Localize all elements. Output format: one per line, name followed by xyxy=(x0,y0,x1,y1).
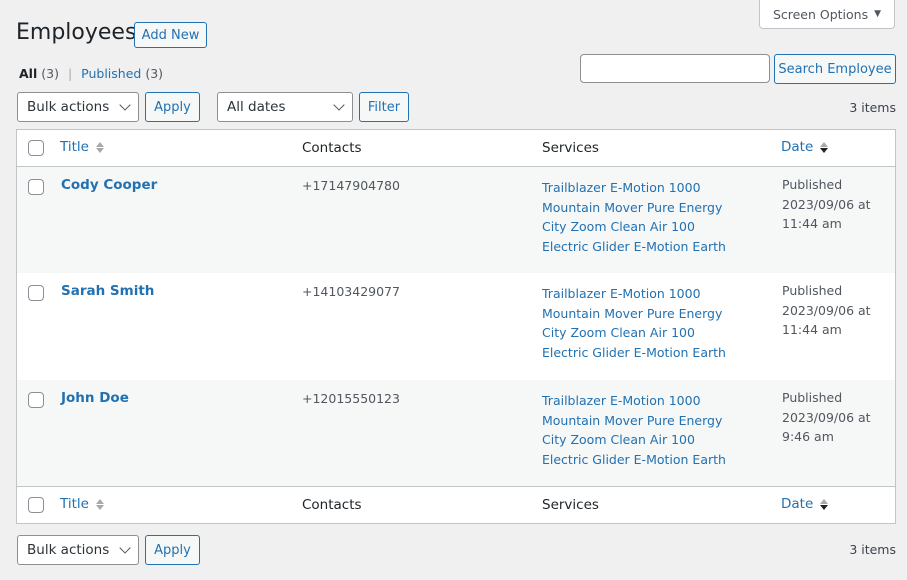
dates-filter-select[interactable]: All dates xyxy=(217,92,353,122)
post-time: 11:44 am xyxy=(782,322,842,337)
sort-arrows-icon xyxy=(95,141,104,153)
view-published-link[interactable]: Published xyxy=(81,66,141,81)
post-date: 2023/09/06 at xyxy=(782,409,871,425)
page-title: Employees xyxy=(16,20,137,45)
add-new-button[interactable]: Add New xyxy=(134,22,207,48)
column-services-label: Services xyxy=(542,497,599,513)
select-all-checkbox[interactable] xyxy=(28,140,44,156)
screen-options-button[interactable]: Screen Options ▼ xyxy=(759,0,895,29)
employee-date: Published 2023/09/06 at 11:44 am xyxy=(782,281,871,340)
dates-filter-value: All dates xyxy=(227,99,286,115)
column-services-label: Services xyxy=(542,140,599,156)
post-status: Published xyxy=(782,177,843,192)
service-link[interactable]: City Zoom Clean Air 100 xyxy=(542,217,726,237)
sort-title-link[interactable]: Title xyxy=(60,139,104,155)
sort-date-link[interactable]: Date xyxy=(781,139,829,155)
service-link[interactable]: Electric Glider E-Motion Earth xyxy=(542,237,726,257)
service-link[interactable]: City Zoom Clean Air 100 xyxy=(542,430,726,450)
view-all-link[interactable]: All xyxy=(19,66,37,81)
service-link[interactable]: Mountain Mover Pure Energy xyxy=(542,304,726,324)
employee-services: Trailblazer E-Motion 1000 Mountain Mover… xyxy=(542,284,726,362)
bulk-actions-select-bottom[interactable]: Bulk actions xyxy=(17,535,139,565)
sort-desc-icon xyxy=(820,141,829,153)
column-date-label: Date xyxy=(781,139,814,155)
screen-options-label: Screen Options xyxy=(772,6,869,22)
caret-down-icon: ▼ xyxy=(874,9,882,19)
view-all-count: (3) xyxy=(41,66,59,81)
row-checkbox[interactable] xyxy=(28,392,44,408)
table-row: Cody Cooper +17147904780 Trailblazer E-M… xyxy=(17,167,895,273)
employees-table: Title Contacts Services Date Cody Cooper… xyxy=(16,129,896,524)
sort-desc-icon xyxy=(820,498,829,510)
bulk-actions-select-top[interactable]: Bulk actions xyxy=(17,92,139,122)
post-status: Published xyxy=(782,390,843,405)
row-checkbox[interactable] xyxy=(28,285,44,301)
table-footer: Title Contacts Services Date xyxy=(17,486,895,523)
table-row: John Doe +12015550123 Trailblazer E-Moti… xyxy=(17,380,895,486)
column-title-label: Title xyxy=(60,496,89,512)
bulk-actions-value: Bulk actions xyxy=(27,542,110,558)
view-filters: All (3) | Published (3) xyxy=(19,66,163,81)
service-link[interactable]: Electric Glider E-Motion Earth xyxy=(542,450,726,470)
service-link[interactable]: Trailblazer E-Motion 1000 xyxy=(542,391,726,411)
employee-name-link[interactable]: Cody Cooper xyxy=(61,177,157,193)
employee-services: Trailblazer E-Motion 1000 Mountain Mover… xyxy=(542,178,726,256)
column-date-label: Date xyxy=(781,496,814,512)
sort-arrows-icon xyxy=(95,498,104,510)
employee-date: Published 2023/09/06 at 9:46 am xyxy=(782,388,871,447)
table-row: Sarah Smith +14103429077 Trailblazer E-M… xyxy=(17,273,895,380)
service-link[interactable]: Electric Glider E-Motion Earth xyxy=(542,343,726,363)
chevron-down-icon xyxy=(119,542,131,554)
employee-contact: +14103429077 xyxy=(302,284,400,299)
chevron-down-icon xyxy=(333,99,345,111)
sort-date-link-footer[interactable]: Date xyxy=(781,496,829,512)
apply-button-top[interactable]: Apply xyxy=(145,92,200,122)
filter-button[interactable]: Filter xyxy=(359,92,409,122)
column-contacts-label: Contacts xyxy=(302,140,362,156)
view-published-count: (3) xyxy=(145,66,164,81)
service-link[interactable]: Trailblazer E-Motion 1000 xyxy=(542,284,726,304)
column-contacts-label: Contacts xyxy=(302,497,362,513)
employee-services: Trailblazer E-Motion 1000 Mountain Mover… xyxy=(542,391,726,469)
service-link[interactable]: Mountain Mover Pure Energy xyxy=(542,411,726,431)
post-date: 2023/09/06 at xyxy=(782,196,871,212)
employee-name-link[interactable]: Sarah Smith xyxy=(61,283,154,299)
search-employee-button[interactable]: Search Employee xyxy=(774,54,896,84)
column-title-label: Title xyxy=(60,139,89,155)
items-count-top: 3 items xyxy=(849,100,896,115)
items-count-bottom: 3 items xyxy=(849,542,896,557)
service-link[interactable]: Trailblazer E-Motion 1000 xyxy=(542,178,726,198)
post-date: 2023/09/06 at xyxy=(782,302,871,318)
table-header: Title Contacts Services Date xyxy=(17,130,895,167)
search-input[interactable] xyxy=(580,54,770,83)
service-link[interactable]: Mountain Mover Pure Energy xyxy=(542,198,726,218)
row-checkbox[interactable] xyxy=(28,179,44,195)
select-all-checkbox-footer[interactable] xyxy=(28,497,44,513)
view-separator: | xyxy=(67,66,73,81)
sort-title-link-footer[interactable]: Title xyxy=(60,496,104,512)
employee-contact: +17147904780 xyxy=(302,178,400,193)
employee-contact: +12015550123 xyxy=(302,391,400,406)
post-time: 11:44 am xyxy=(782,216,842,231)
service-link[interactable]: City Zoom Clean Air 100 xyxy=(542,323,726,343)
employee-name-link[interactable]: John Doe xyxy=(61,390,129,406)
apply-button-bottom[interactable]: Apply xyxy=(145,535,200,565)
chevron-down-icon xyxy=(119,99,131,111)
employee-date: Published 2023/09/06 at 11:44 am xyxy=(782,175,871,234)
post-status: Published xyxy=(782,283,843,298)
post-time: 9:46 am xyxy=(782,429,834,444)
bulk-actions-value: Bulk actions xyxy=(27,99,110,115)
